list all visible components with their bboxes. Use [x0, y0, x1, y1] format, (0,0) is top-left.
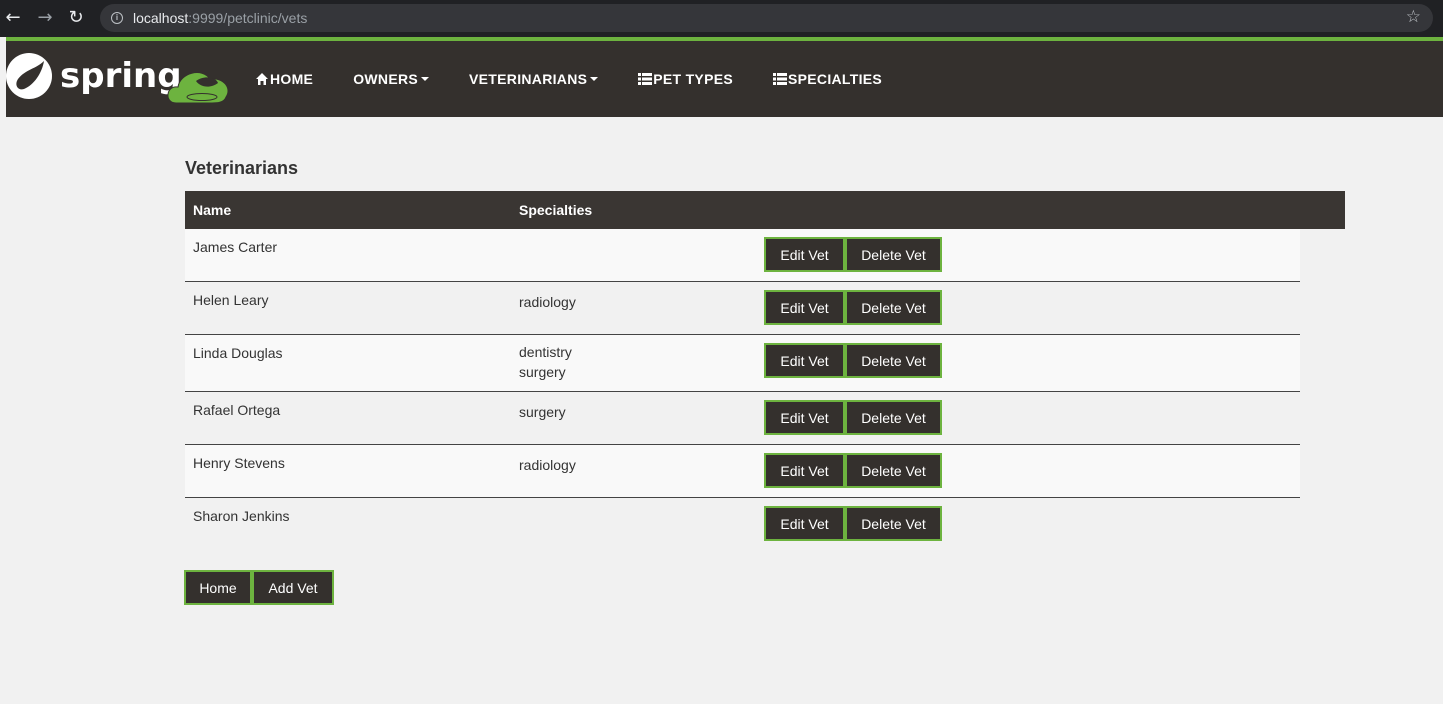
edit-vet-button[interactable]: Edit Vet — [764, 237, 845, 272]
info-icon[interactable]: i — [111, 12, 123, 24]
column-header-name: Name — [193, 202, 232, 218]
edit-vet-button[interactable]: Edit Vet — [764, 453, 845, 488]
table-row: Linda Douglas dentistry surgery Edit Vet… — [185, 335, 1300, 392]
delete-vet-button[interactable]: Delete Vet — [845, 506, 942, 541]
table-row: Henry Stevens radiology Edit Vet Delete … — [185, 445, 1300, 498]
nav-owners-label: OWNERS — [353, 71, 419, 87]
forward-arrow-icon[interactable]: → — [36, 9, 54, 27]
caret-down-icon — [421, 77, 430, 81]
home-icon — [256, 73, 268, 85]
vet-name: Helen Leary — [193, 292, 269, 308]
edit-vet-button[interactable]: Edit Vet — [764, 290, 845, 325]
vet-specialties: surgery — [519, 404, 566, 420]
edit-vet-button[interactable]: Edit Vet — [764, 506, 845, 541]
vet-specialties: radiology — [519, 294, 576, 310]
list-icon — [638, 73, 653, 85]
row-actions: Edit Vet Delete Vet — [764, 506, 942, 541]
bookmark-star-icon[interactable]: ☆ — [1406, 7, 1421, 27]
vet-name: James Carter — [193, 239, 278, 255]
row-actions: Edit Vet Delete Vet — [764, 343, 942, 378]
spring-logo[interactable]: spring — [6, 51, 236, 106]
vet-name: Sharon Jenkins — [193, 508, 290, 524]
table-row: Helen Leary radiology Edit Vet Delete Ve… — [185, 282, 1300, 335]
delete-vet-button[interactable]: Delete Vet — [845, 290, 942, 325]
edit-vet-button[interactable]: Edit Vet — [764, 343, 845, 378]
nav-veterinarians-label: VETERINARIANS — [469, 71, 588, 87]
reload-icon[interactable]: ↻ — [67, 9, 85, 27]
nav-menu: HOME OWNERS VETERINARIANS PET TYPES SPEC… — [255, 41, 922, 117]
back-arrow-icon[interactable]: ← — [4, 9, 22, 27]
page-title: Veterinarians — [185, 158, 299, 178]
nav-specialties-label: SPECIALTIES — [788, 71, 883, 87]
edit-vet-button[interactable]: Edit Vet — [764, 400, 845, 435]
vet-name: Rafael Ortega — [193, 402, 281, 418]
column-header-specialties: Specialties — [519, 202, 593, 218]
nav-home[interactable]: HOME — [255, 71, 313, 87]
row-actions: Edit Vet Delete Vet — [764, 453, 942, 488]
nav-owners[interactable]: OWNERS — [353, 71, 430, 87]
delete-vet-button[interactable]: Delete Vet — [845, 453, 942, 488]
address-bar[interactable]: i localhost:9999/petclinic/vets ☆ — [100, 4, 1433, 32]
row-actions: Edit Vet Delete Vet — [764, 400, 942, 435]
page-actions: Home Add Vet — [184, 570, 334, 605]
svg-text:spring: spring — [60, 56, 182, 96]
nav-specialties[interactable]: SPECIALTIES — [773, 71, 882, 87]
row-actions: Edit Vet Delete Vet — [764, 290, 942, 325]
list-icon — [773, 73, 787, 85]
nav-pet-types-label: PET TYPES — [653, 71, 733, 87]
table-row: Sharon Jenkins Edit Vet Delete Vet — [185, 498, 1300, 551]
caret-down-icon — [590, 77, 599, 81]
url-host: localhost — [133, 10, 189, 26]
vet-name: Henry Stevens — [193, 455, 285, 471]
vet-specialties: dentistry surgery — [519, 344, 572, 380]
row-actions: Edit Vet Delete Vet — [764, 237, 942, 272]
delete-vet-button[interactable]: Delete Vet — [845, 400, 942, 435]
table-header: Name Specialties — [185, 191, 1345, 229]
nav-home-label: HOME — [270, 71, 314, 87]
delete-vet-button[interactable]: Delete Vet — [845, 237, 942, 272]
vet-name: Linda Douglas — [193, 345, 283, 361]
delete-vet-button[interactable]: Delete Vet — [845, 343, 942, 378]
vet-specialties: radiology — [519, 457, 576, 473]
add-vet-button[interactable]: Add Vet — [252, 570, 334, 605]
home-button[interactable]: Home — [184, 570, 252, 605]
table-row: Rafael Ortega surgery Edit Vet Delete Ve… — [185, 392, 1300, 445]
url-text[interactable]: localhost:9999/petclinic/vets — [133, 10, 307, 26]
url-path: :9999/petclinic/vets — [188, 10, 308, 26]
nav-pet-types[interactable]: PET TYPES — [638, 71, 733, 87]
app-navbar: spring HOME OWNERS VETERINARIANS PET TYP… — [6, 37, 1443, 117]
nav-veterinarians[interactable]: VETERINARIANS — [469, 71, 599, 87]
table-row: James Carter Edit Vet Delete Vet — [185, 229, 1300, 282]
browser-toolbar: ← → ↻ i localhost:9999/petclinic/vets ☆ — [0, 0, 1443, 37]
